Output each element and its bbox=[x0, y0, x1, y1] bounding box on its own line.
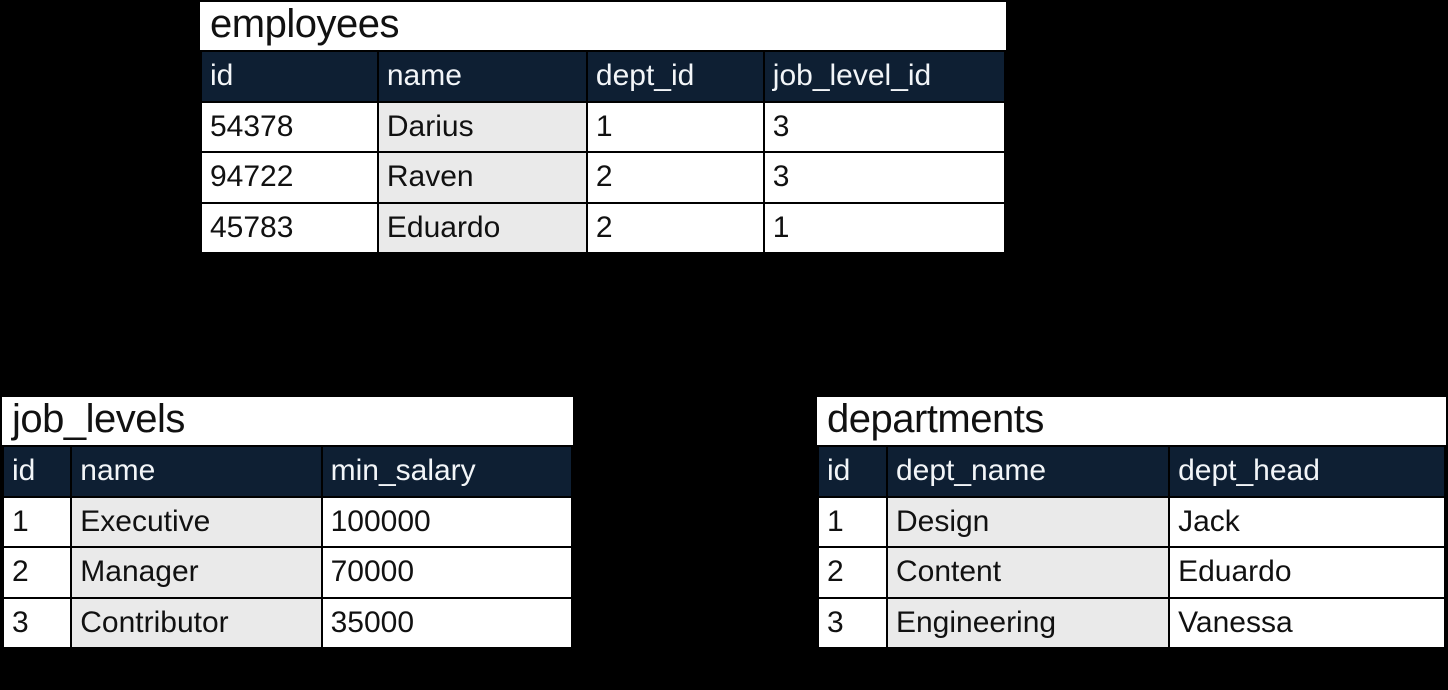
table-row: 3 Engineering Vanessa bbox=[818, 598, 1445, 649]
table-card-employees: employees id name dept_id job_level_id 5… bbox=[198, 0, 1008, 256]
cell: Contributor bbox=[71, 598, 321, 649]
cell: 2 bbox=[3, 547, 71, 598]
col-header: name bbox=[71, 446, 321, 497]
cell: 2 bbox=[587, 203, 764, 254]
cell: Engineering bbox=[887, 598, 1169, 649]
cell: 35000 bbox=[322, 598, 572, 649]
cell: Vanessa bbox=[1169, 598, 1445, 649]
table-row: 94722 Raven 2 3 bbox=[201, 152, 1005, 203]
connector-employees-departments bbox=[1005, 170, 1115, 174]
cell: 2 bbox=[818, 547, 887, 598]
col-header: dept_id bbox=[587, 51, 764, 102]
table-header-row: id name min_salary bbox=[3, 446, 572, 497]
cell: 3 bbox=[818, 598, 887, 649]
cell: Executive bbox=[71, 497, 321, 548]
col-header: job_level_id bbox=[764, 51, 1005, 102]
table-card-departments: departments id dept_name dept_head 1 Des… bbox=[815, 395, 1448, 651]
cell: 1 bbox=[764, 203, 1005, 254]
table-row: 1 Design Jack bbox=[818, 497, 1445, 548]
cell: 3 bbox=[764, 102, 1005, 153]
col-header: id bbox=[818, 446, 887, 497]
cell: Eduardo bbox=[1169, 547, 1445, 598]
cell: Design bbox=[887, 497, 1169, 548]
cell: 100000 bbox=[322, 497, 572, 548]
cell: 3 bbox=[3, 598, 71, 649]
col-header: id bbox=[3, 446, 71, 497]
connector-employees-joblevels bbox=[95, 170, 99, 430]
col-header: name bbox=[378, 51, 587, 102]
table-row: 3 Contributor 35000 bbox=[3, 598, 572, 649]
cell: Darius bbox=[378, 102, 587, 153]
table-joblevels: id name min_salary 1 Executive 100000 2 … bbox=[2, 445, 573, 649]
col-header: dept_name bbox=[887, 446, 1169, 497]
cell: Manager bbox=[71, 547, 321, 598]
cell: 54378 bbox=[201, 102, 378, 153]
table-header-row: id dept_name dept_head bbox=[818, 446, 1445, 497]
table-header-row: id name dept_id job_level_id bbox=[201, 51, 1005, 102]
cell: 45783 bbox=[201, 203, 378, 254]
table-row: 54378 Darius 1 3 bbox=[201, 102, 1005, 153]
table-row: 2 Manager 70000 bbox=[3, 547, 572, 598]
table-title: job_levels bbox=[2, 397, 573, 445]
col-header: dept_head bbox=[1169, 446, 1445, 497]
cell: Raven bbox=[378, 152, 587, 203]
cell: 70000 bbox=[322, 547, 572, 598]
connector-employees-joblevels bbox=[95, 170, 205, 174]
cell: 1 bbox=[818, 497, 887, 548]
cell: 1 bbox=[3, 497, 71, 548]
table-row: 2 Content Eduardo bbox=[818, 547, 1445, 598]
table-row: 45783 Eduardo 2 1 bbox=[201, 203, 1005, 254]
cell: 1 bbox=[587, 102, 764, 153]
cell: Content bbox=[887, 547, 1169, 598]
table-departments: id dept_name dept_head 1 Design Jack 2 C… bbox=[817, 445, 1446, 649]
table-row: 1 Executive 100000 bbox=[3, 497, 572, 548]
cell: 3 bbox=[764, 152, 1005, 203]
col-header: min_salary bbox=[322, 446, 572, 497]
cell: Eduardo bbox=[378, 203, 587, 254]
connector-employees-departments bbox=[1111, 170, 1115, 430]
col-header: id bbox=[201, 51, 378, 102]
table-card-joblevels: job_levels id name min_salary 1 Executiv… bbox=[0, 395, 575, 651]
cell: 94722 bbox=[201, 152, 378, 203]
cell: 2 bbox=[587, 152, 764, 203]
table-title: employees bbox=[200, 2, 1006, 50]
cell: Jack bbox=[1169, 497, 1445, 548]
table-employees: id name dept_id job_level_id 54378 Dariu… bbox=[200, 50, 1006, 254]
table-title: departments bbox=[817, 397, 1446, 445]
